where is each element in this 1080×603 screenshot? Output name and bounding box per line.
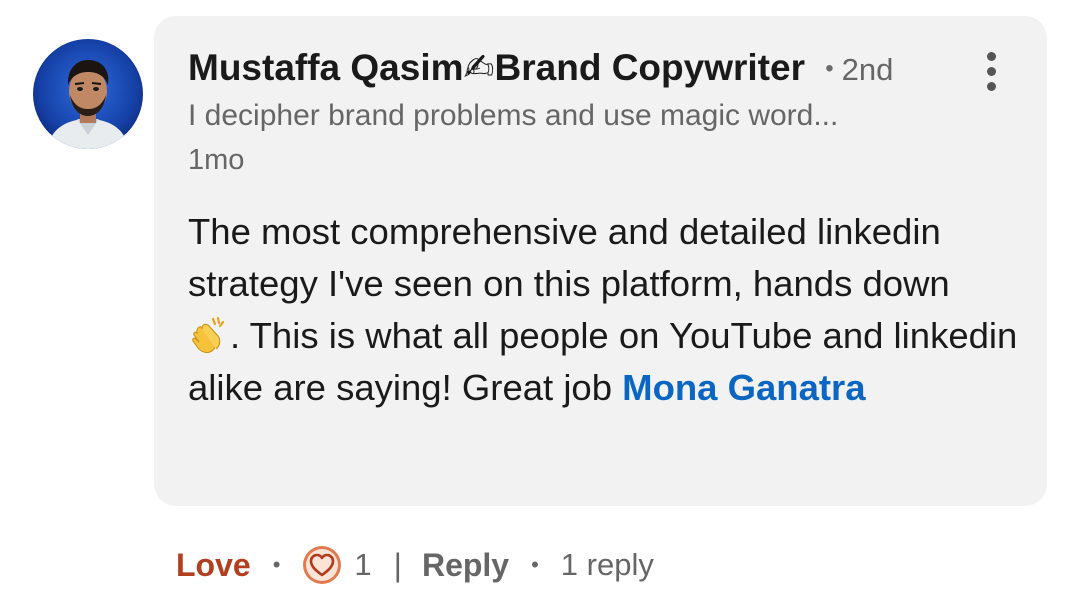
comment-text-part1: The most comprehensive and detailed link… — [188, 211, 950, 304]
reaction-count: 1 — [354, 547, 372, 582]
love-reaction-button[interactable]: Love — [176, 547, 251, 584]
writing-hand-emoji: ✍ — [463, 47, 495, 88]
author-title-suffix: Brand Copywriter — [494, 47, 805, 88]
action-separator-dot: • — [272, 552, 281, 577]
comment-bubble: Mustaffa Qasim✍Brand Copywriter • 2nd I d… — [154, 16, 1047, 506]
comment-actions: Love • 1 | Reply • 1 reply — [176, 538, 654, 592]
reply-separator-dot: • — [531, 552, 539, 577]
heart-reaction-icon — [303, 546, 342, 584]
connection-degree: 2nd — [841, 52, 894, 87]
action-divider: | — [393, 546, 402, 583]
mention-link[interactable]: Mona Ganatra — [622, 367, 865, 408]
avatar[interactable] — [33, 39, 143, 149]
comment: Mustaffa Qasim✍Brand Copywriter • 2nd I d… — [0, 0, 1080, 603]
author-headline[interactable]: I decipher brand problems and use magic … — [188, 96, 838, 136]
comment-text: The most comprehensive and detailed link… — [188, 206, 1018, 414]
reaction-summary[interactable]: 1 — [302, 545, 372, 585]
author-line: Mustaffa Qasim✍Brand Copywriter • 2nd — [188, 46, 893, 92]
author-name-text: Mustaffa Qasim — [188, 47, 464, 88]
separator-dot: • — [825, 55, 834, 82]
profile-photo-icon — [33, 39, 143, 149]
comment-timestamp: 1mo — [188, 144, 245, 176]
clapping-hands-icon — [192, 316, 225, 353]
comment-text-part2: . This is what all people on YouTube and… — [188, 315, 1018, 408]
reply-button[interactable]: Reply — [422, 547, 509, 584]
reply-count-link[interactable]: 1 reply — [561, 547, 654, 583]
more-vertical-icon[interactable] — [976, 50, 1006, 94]
author-name[interactable]: Mustaffa Qasim✍Brand Copywriter — [188, 47, 815, 88]
